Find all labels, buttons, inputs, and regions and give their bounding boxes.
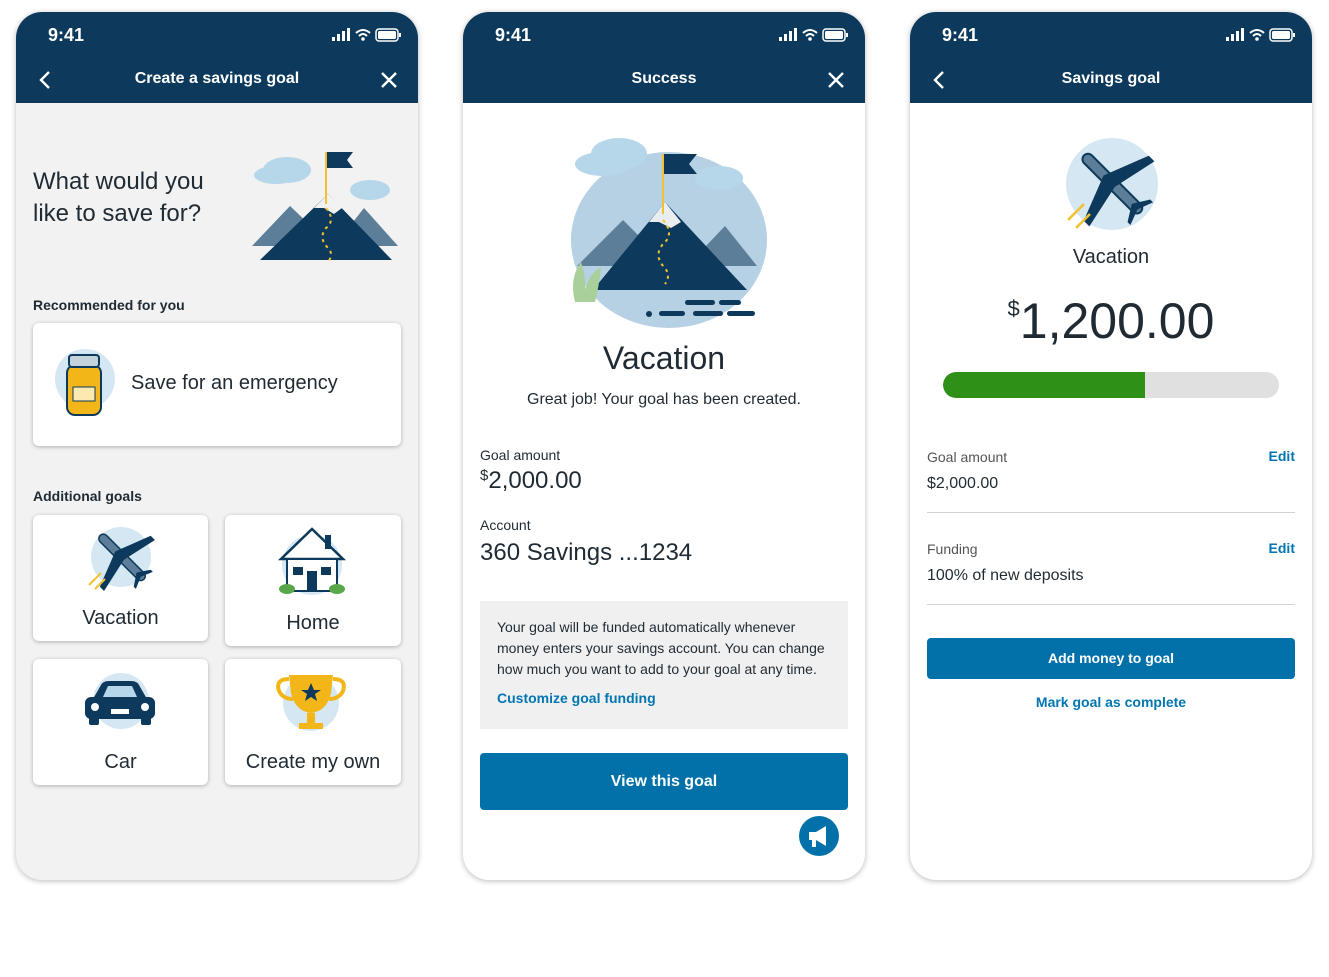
goal-name: Vacation (602, 340, 726, 376)
emergency-goal-card[interactable]: Save for an emergency (33, 323, 401, 446)
create-goal-screen: 9:41 Create a savings goal What would yo… (16, 12, 418, 880)
trophy-icon (276, 675, 346, 731)
mountain-success-illustration (571, 138, 767, 328)
saved-amount-number: 1,200.00 (1019, 293, 1215, 349)
status-icons (779, 28, 848, 42)
page-title: Success (631, 70, 697, 87)
mark-complete-link[interactable]: Mark goal as complete (910, 694, 1312, 710)
funding-value: 100% of new deposits (927, 567, 1084, 584)
house-icon (277, 527, 347, 595)
goal-name: Vacation (1072, 246, 1150, 268)
success-screen: 9:41 Success Vacation Great job! Your go… (463, 12, 865, 880)
additional-goals-label: Additional goals (33, 488, 142, 504)
goal-amount-label: Goal amount (480, 447, 561, 463)
success-message: Great job! Your goal has been created. (527, 391, 801, 408)
recommended-label: Recommended for you (33, 297, 185, 313)
create-own-goal-card[interactable]: Create my own (225, 659, 401, 785)
add-money-button[interactable]: Add money to goal (927, 638, 1295, 679)
airplane-icon (88, 527, 155, 591)
savings-goal-screen: 9:41 Savings goal Vacation $1,200.00 Goa… (910, 12, 1312, 880)
goal-amount-label: Goal amount (927, 449, 1008, 465)
app-header: 9:41 Savings goal (910, 12, 1312, 103)
question-heading: What would you like to save for? (33, 168, 204, 227)
app-header: 9:41 Success (463, 12, 865, 103)
megaphone-icon[interactable] (798, 815, 840, 857)
mountain-flag-illustration (252, 152, 398, 263)
car-icon (85, 673, 155, 729)
goal-amount-number: 2,000.00 (488, 467, 582, 494)
goal-amount-value: $2,000.00 (927, 475, 999, 492)
customize-funding-link[interactable]: Customize goal funding (497, 690, 656, 706)
goal-amount-value: $2,000.00 (480, 467, 582, 495)
goal-label-car: Car (104, 751, 137, 773)
goal-label-home: Home (286, 612, 340, 634)
progress-track (943, 372, 1279, 398)
jar-icon (55, 349, 115, 416)
goal-label-create-own: Create my own (245, 751, 381, 773)
car-goal-card[interactable]: Car (33, 659, 208, 785)
page-title: Savings goal (1061, 70, 1161, 87)
divider (927, 512, 1295, 513)
view-goal-button[interactable]: View this goal (480, 753, 848, 810)
home-goal-card[interactable]: Home (225, 515, 401, 646)
status-icons (1226, 28, 1295, 42)
account-value: 360 Savings ...1234 (480, 539, 693, 566)
status-time: 9:41 (48, 25, 85, 45)
status-time: 9:41 (942, 25, 979, 45)
saved-amount: $1,200.00 (910, 292, 1312, 350)
progress-fill (943, 372, 1145, 398)
status-icons (332, 28, 401, 42)
divider (927, 604, 1295, 605)
funding-info-text: Your goal will be funded automatically w… (497, 619, 825, 677)
status-time: 9:41 (495, 25, 532, 45)
close-icon[interactable] (380, 71, 398, 89)
currency-symbol: $ (1007, 296, 1020, 321)
goal-label-vacation: Vacation (82, 607, 159, 629)
page-title: Create a savings goal (134, 70, 300, 87)
close-icon[interactable] (827, 71, 845, 89)
emergency-goal-label: Save for an emergency (131, 372, 338, 394)
funding-info-box: Your goal will be funded automatically w… (480, 601, 848, 729)
vacation-goal-card[interactable]: Vacation (33, 515, 208, 641)
app-header: 9:41 Create a savings goal (16, 12, 418, 103)
airplane-icon (1066, 138, 1158, 230)
account-label: Account (480, 517, 531, 533)
funding-label: Funding (927, 541, 978, 557)
edit-goal-amount-link[interactable]: Edit (1269, 448, 1295, 464)
edit-funding-link[interactable]: Edit (1269, 540, 1295, 556)
